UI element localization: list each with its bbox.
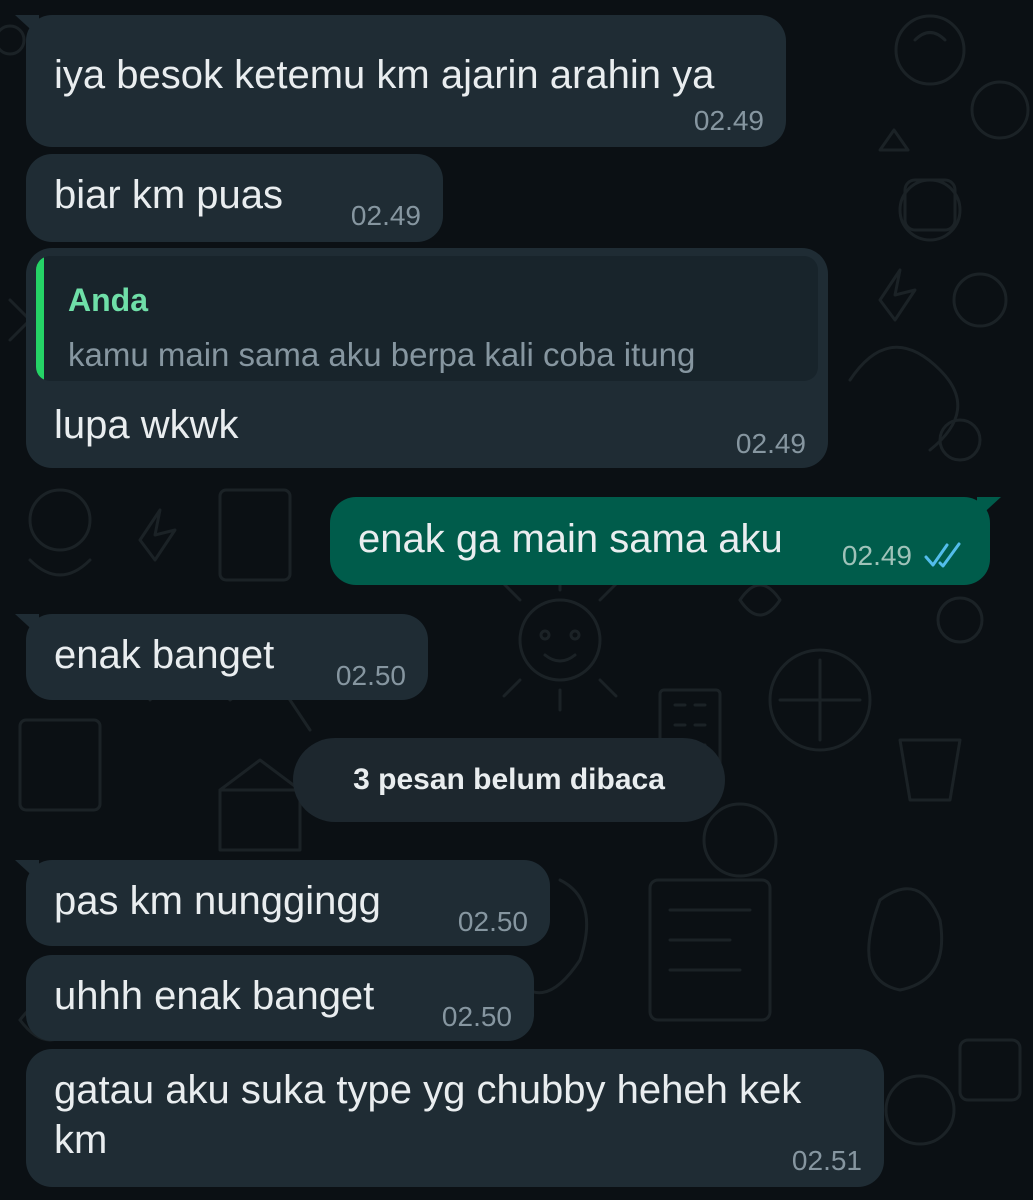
incoming-message[interactable]: iya besok ketemu km ajarin arahin ya 02.… (15, 15, 786, 147)
bubble-tail (15, 15, 39, 37)
message-text: lupa wkwk (54, 403, 239, 447)
quote-text: kamu main sama aku berpa kali coba itung (68, 336, 696, 373)
unread-messages-divider: 3 pesan belum dibaca (293, 738, 725, 822)
bubble-tail (15, 860, 39, 882)
message-text: biar km puas (54, 173, 283, 217)
message-time: 02.51 (791, 1145, 862, 1176)
outgoing-message[interactable]: enak ga main sama aku 02.49 (330, 497, 1001, 585)
message-time: 02.49 (735, 428, 806, 459)
bubble-tail (15, 614, 39, 636)
message-time: 02.50 (457, 906, 528, 937)
message-text-line-2: km (54, 1118, 108, 1162)
bubble-tail (977, 497, 1001, 519)
message-time: 02.50 (335, 660, 406, 691)
message-text: enak ga main sama aku (358, 517, 783, 561)
incoming-message[interactable]: biar km puas 02.49 (26, 154, 443, 242)
incoming-message[interactable]: gatau aku suka type yg chubby heheh kek … (26, 1049, 884, 1187)
incoming-reply-message[interactable]: Anda kamu main sama aku berpa kali coba … (26, 248, 828, 468)
message-text: uhhh enak banget (54, 974, 375, 1018)
incoming-message[interactable]: enak banget 02.50 (15, 614, 428, 700)
message-time: 02.50 (441, 1001, 512, 1032)
message-text-line-1: gatau aku suka type yg chubby heheh kek (54, 1068, 802, 1112)
message-text: pas km nunggingg (54, 879, 381, 923)
incoming-message[interactable]: uhhh enak banget 02.50 (26, 955, 534, 1041)
double-check-icon (924, 542, 961, 568)
quoted-message[interactable]: Anda kamu main sama aku berpa kali coba … (36, 256, 818, 381)
message-text: enak banget (54, 633, 275, 677)
message-time: 02.49 (693, 105, 764, 136)
quote-author: Anda (68, 282, 148, 318)
message-time: 02.49 (350, 200, 421, 231)
message-time: 02.49 (841, 540, 912, 571)
quote-accent-bar (36, 256, 44, 381)
incoming-message[interactable]: pas km nunggingg 02.50 (15, 860, 550, 946)
message-text: iya besok ketemu km ajarin arahin ya (54, 53, 715, 97)
